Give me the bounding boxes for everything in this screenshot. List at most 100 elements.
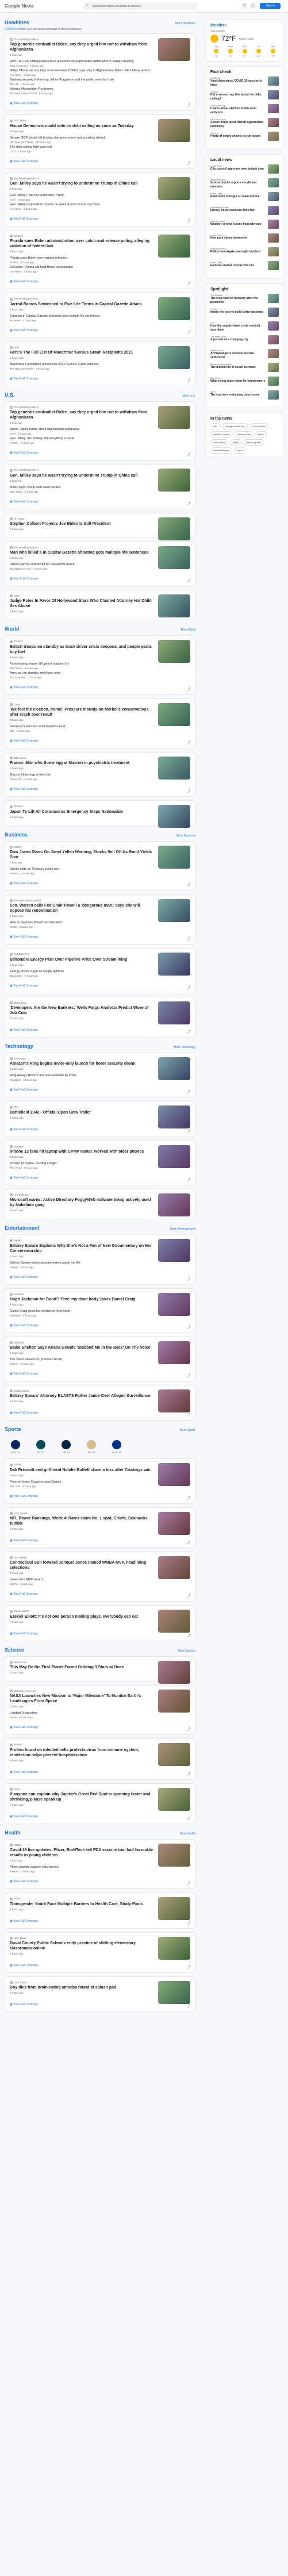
share-icon[interactable]: ⤴ xyxy=(187,788,190,793)
score-item[interactable]: PHI 21 xyxy=(30,1440,52,1454)
sidebar-thumbnail[interactable] xyxy=(268,104,279,113)
sidebar-thumbnail[interactable] xyxy=(268,335,279,344)
story-headline[interactable]: Japan To Lift All Coronavirus Emergency … xyxy=(10,809,155,815)
story-thumbnail[interactable] xyxy=(158,176,190,200)
story-thumbnail[interactable] xyxy=(158,1511,190,1535)
lead-story[interactable]: Variety Britney Spears Explains Why She's… xyxy=(10,1239,190,1262)
share-icon[interactable]: ⤴ xyxy=(187,501,190,506)
story-headline[interactable]: If anyone can explain why Jupiter's Grea… xyxy=(10,1792,155,1802)
story-headline[interactable]: Judge Rules In Favor Of Hollywood Stars … xyxy=(10,598,155,609)
story-thumbnail[interactable] xyxy=(158,1843,190,1867)
sidebar-headline[interactable]: Inside the race to build better batterie… xyxy=(210,310,266,314)
sidebar-story[interactable]: Time The teachers reshaping classrooms xyxy=(210,390,279,401)
share-icon[interactable]: ⤴ xyxy=(187,529,190,535)
share-icon[interactable]: ⤴ xyxy=(187,160,190,166)
sidebar-thumbnail[interactable] xyxy=(268,220,279,229)
full-coverage-link[interactable]: View Full Coverage xyxy=(10,577,38,581)
story-headline[interactable]: Transgender Youth Face Multiple Barriers… xyxy=(10,1902,155,1907)
sidebar-headline[interactable]: The long road to recovery after the pand… xyxy=(210,297,266,304)
full-coverage-link[interactable]: View Full Coverage xyxy=(10,1372,38,1376)
sidebar-story[interactable]: Local Paper City council approves new bud… xyxy=(210,164,279,175)
full-coverage-link[interactable]: View Full Coverage xyxy=(10,1539,38,1542)
sidebar-thumbnail[interactable] xyxy=(268,349,279,358)
share-icon[interactable]: ⤴ xyxy=(187,1495,190,1500)
share-icon[interactable]: ⤴ xyxy=(187,740,190,745)
share-icon[interactable]: ⤴ xyxy=(187,1276,190,1281)
sidebar-headline[interactable]: New park opens downtown xyxy=(210,236,266,240)
story-thumbnail[interactable] xyxy=(158,1001,190,1024)
lead-story[interactable]: Yahoo Sports Ezekiel Elliott: It's not on… xyxy=(10,1610,190,1633)
full-coverage-link[interactable]: View Full Coverage xyxy=(10,377,38,381)
lead-story[interactable]: Reuters Japan To Lift All Coronavirus Eme… xyxy=(10,805,190,828)
lead-story[interactable]: AP News Stephen Colbert Projects Joe Bide… xyxy=(10,517,190,540)
story-thumbnail[interactable] xyxy=(158,38,190,61)
share-icon[interactable]: ⤴ xyxy=(187,1815,190,1821)
section-title[interactable]: World xyxy=(5,626,19,632)
share-icon[interactable]: ⤴ xyxy=(187,329,190,335)
sidebar-story[interactable]: Snopes Did a senator say this about the d… xyxy=(210,90,279,101)
share-icon[interactable]: ⤴ xyxy=(187,686,190,692)
sidebar-story[interactable]: Smithsonian Archaeologists uncover ancien… xyxy=(210,349,279,359)
story-thumbnail[interactable] xyxy=(158,640,190,663)
story-thumbnail[interactable] xyxy=(158,1145,190,1168)
share-icon[interactable]: ⤴ xyxy=(187,1593,190,1598)
story-thumbnail[interactable] xyxy=(158,234,190,258)
sidebar-story[interactable]: Vox How the supply chain crisis reached y… xyxy=(210,321,279,332)
sidebar-headline[interactable]: The teachers reshaping classrooms xyxy=(210,393,266,397)
story-headline[interactable]: Gen. Milley says he wasn't trying to und… xyxy=(10,181,155,186)
share-icon[interactable]: ⤴ xyxy=(187,1412,190,1417)
story-headline[interactable]: Amazon's Ring begins invite-only launch … xyxy=(10,1061,155,1066)
story-headline[interactable]: Billionaire Energy Plan Over Pipeline Pr… xyxy=(10,957,155,962)
lead-story[interactable]: NBC News House Democrats could vote on de… xyxy=(10,119,190,143)
lead-story[interactable]: Rolling Stone Britney Spears' Attorney BL… xyxy=(10,1389,190,1413)
fact-check-title[interactable]: Fact check xyxy=(210,70,279,74)
story-headline[interactable]: iPhone 13 fans hit laptop with CPMP make… xyxy=(10,1149,155,1154)
share-icon[interactable]: ⤴ xyxy=(187,1726,190,1732)
share-icon[interactable]: ⤴ xyxy=(187,985,190,990)
lead-story[interactable]: Deadline Hugh Jackman for Bond? 'Free' my… xyxy=(10,1292,190,1316)
story-headline[interactable]: Blake Shelton Says Ariana Grande 'Stabbe… xyxy=(10,1345,155,1350)
lead-story[interactable]: CNBC Covid-19 live updates: Pfizer, BioNT… xyxy=(10,1843,190,1867)
sidebar-thumbnail[interactable] xyxy=(268,132,279,141)
sidebar-story[interactable]: The New Yorker A portrait of a changing c… xyxy=(210,335,279,345)
story-thumbnail[interactable] xyxy=(158,594,190,618)
story-thumbnail[interactable] xyxy=(158,345,190,369)
full-coverage-link[interactable]: View Full Coverage xyxy=(10,882,38,885)
story-headline[interactable]: Dow Jones Dives On Janet Yellen Warning,… xyxy=(10,850,155,860)
share-icon[interactable]: ⤴ xyxy=(187,1211,190,1216)
full-coverage-link[interactable]: View Full Coverage xyxy=(10,1495,38,1498)
sidebar-headline[interactable]: School district reports enrollment numbe… xyxy=(210,181,266,189)
sidebar-story[interactable]: Regional News Police investigate overnigh… xyxy=(210,247,279,258)
full-coverage-link[interactable]: View Full Coverage xyxy=(10,280,38,283)
story-thumbnail[interactable] xyxy=(158,1610,190,1633)
topic-chip[interactable]: Covid-19 live xyxy=(249,423,268,429)
full-coverage-link[interactable]: View Full Coverage xyxy=(10,1592,38,1596)
share-icon[interactable]: ⤴ xyxy=(187,1089,190,1094)
lead-story[interactable]: Reuters British troops on standby as truc… xyxy=(10,640,190,663)
google-news-logo[interactable]: Google News xyxy=(5,3,34,9)
full-coverage-link[interactable]: View Full Coverage xyxy=(10,984,38,988)
related-headline[interactable]: National security in the loop, White Fra… xyxy=(10,78,190,82)
lead-story[interactable]: USA Today Boy dies from brain-eating amoe… xyxy=(10,1980,190,2004)
full-coverage-link[interactable]: View Full Coverage xyxy=(10,686,38,689)
sidebar-headline[interactable]: The hidden life of ocean currents xyxy=(210,366,266,370)
section-title[interactable]: Sports xyxy=(5,1426,21,1432)
score-item[interactable]: NE 13 xyxy=(55,1440,77,1454)
share-icon[interactable]: ⤴ xyxy=(187,1325,190,1330)
full-coverage-link[interactable]: View Full Coverage xyxy=(10,217,38,221)
story-headline[interactable]: British troops on standby as truck drive… xyxy=(10,644,155,655)
share-icon[interactable]: ⤴ xyxy=(187,1177,190,1182)
story-headline[interactable]: Sen. Warren calls Fed Chair Powell a 'da… xyxy=(10,903,155,913)
related-headline[interactable]: Army put on standby amid fuel crisis xyxy=(10,671,190,675)
sidebar-story[interactable]: FactCheck.org Claims about election audit… xyxy=(210,104,279,114)
lead-story[interactable]: CNN If anyone can explain why Jupiter's G… xyxy=(10,1787,190,1811)
local-title[interactable]: Local news xyxy=(210,158,279,162)
story-headline[interactable]: Florida sues Biden administration over c… xyxy=(10,239,155,249)
lead-story[interactable]: Fox Business Billionaire Energy Plan Over… xyxy=(10,953,190,976)
topic-chip[interactable]: Moon xyxy=(233,447,245,454)
story-thumbnail[interactable] xyxy=(158,1389,190,1413)
story-thumbnail[interactable] xyxy=(158,469,190,492)
story-headline[interactable]: Here's The Full List Of Macarthur 'Geniu… xyxy=(10,350,155,355)
sign-in-button[interactable]: Sign in xyxy=(260,3,281,9)
story-headline[interactable]: This May Be the First Planet Found Orbit… xyxy=(10,1665,155,1670)
